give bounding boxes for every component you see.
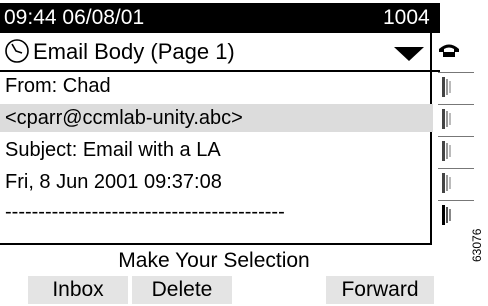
down-triangle-icon[interactable] — [394, 47, 424, 61]
email-subject-line: Subject: Email with a LA — [5, 139, 221, 161]
clock-icon — [5, 39, 29, 63]
line-indicator-icon — [442, 205, 451, 225]
divider — [0, 243, 432, 245]
header: Email Body (Page 1) — [0, 33, 440, 72]
line-indicator-icon — [442, 77, 451, 97]
softkey-inbox[interactable]: Inbox — [28, 276, 128, 304]
line-button[interactable] — [438, 136, 474, 165]
email-address-line[interactable]: <cparr@ccmlab-unity.abc> — [0, 104, 433, 132]
status-bar: 09:44 06/08/01 1004 — [0, 3, 440, 33]
phone-handset-icon[interactable] — [438, 40, 460, 58]
extension-number: 1004 — [383, 6, 430, 29]
date-time: 09:44 06/08/01 — [4, 6, 145, 29]
email-date-line: Fri, 8 Jun 2001 09:37:08 — [5, 171, 222, 193]
softkey-bar: Inbox Delete Forward — [0, 276, 440, 304]
selection-prompt: Make Your Selection — [118, 249, 310, 272]
line-indicator-icon — [442, 173, 451, 193]
line-buttons — [432, 72, 474, 242]
softkey-delete[interactable]: Delete — [132, 276, 232, 304]
line-button[interactable] — [438, 72, 474, 101]
email-from-line: From: Chad — [5, 75, 111, 97]
line-indicator-icon — [442, 109, 451, 129]
email-separator-line: ----------------------------------------… — [5, 201, 285, 223]
line-button[interactable] — [438, 200, 474, 229]
line-indicator-icon — [442, 141, 451, 161]
line-button[interactable] — [438, 168, 474, 197]
softkey-forward[interactable]: Forward — [326, 276, 434, 304]
figure-id: 63076 — [470, 228, 484, 262]
page-title: Email Body (Page 1) — [33, 39, 235, 64]
line-button[interactable] — [438, 104, 474, 133]
